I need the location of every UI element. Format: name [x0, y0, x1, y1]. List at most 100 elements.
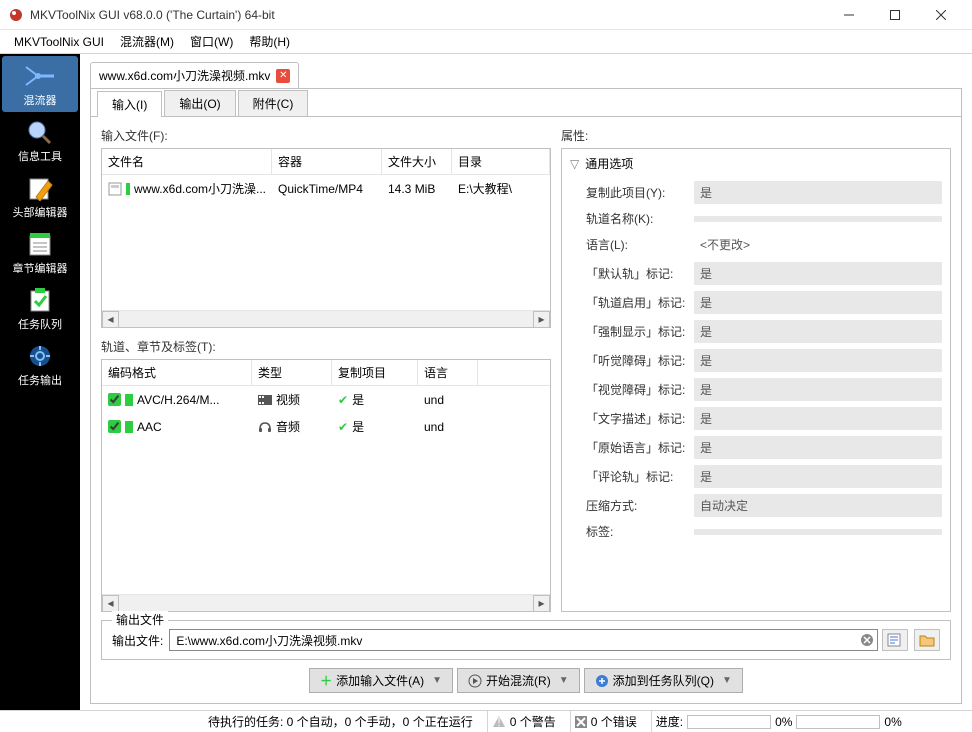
tab-attachments[interactable]: 附件(C) — [238, 90, 309, 116]
start-mux-button[interactable]: 开始混流(R) ▼ — [457, 668, 580, 693]
scroll-left[interactable]: ◂ — [102, 311, 119, 328]
browse-folder-button[interactable] — [914, 629, 940, 651]
property-value[interactable]: 自动决定 — [694, 494, 942, 517]
property-row: 复制此项目(Y): 是 — [562, 178, 950, 207]
property-value[interactable]: 是 — [694, 465, 942, 488]
menu-window[interactable]: 窗口(W) — [182, 30, 241, 53]
property-value[interactable]: 是 — [694, 378, 942, 401]
plus-icon: ＋ — [320, 672, 332, 689]
file-tab[interactable]: www.x6d.com小刀洗澡视频.mkv ✕ — [90, 62, 299, 88]
file-row[interactable]: www.x6d.com小刀洗澡... QuickTime/MP4 14.3 Mi… — [102, 175, 550, 202]
minimize-button[interactable] — [826, 0, 872, 30]
content-area: www.x6d.com小刀洗澡视频.mkv ✕ 输入(I) 输出(O) 附件(C… — [80, 54, 972, 710]
notepad-icon — [23, 230, 57, 258]
menu-help[interactable]: 帮助(H) — [241, 30, 298, 53]
chevron-down-icon: ▼ — [722, 675, 732, 686]
property-value[interactable]: 是 — [694, 436, 942, 459]
property-label: 「轨道启用」标记: — [586, 294, 686, 311]
sidebar-item-queue[interactable]: 任务队列 — [2, 280, 78, 336]
sidebar-item-label: 任务队列 — [18, 316, 62, 332]
output-file-input[interactable] — [169, 629, 878, 651]
sidebar-item-muxer[interactable]: 混流器 — [2, 56, 78, 112]
progress-bar-1 — [687, 715, 771, 729]
tab-input[interactable]: 输入(I) — [97, 91, 162, 117]
property-value[interactable]: 是 — [694, 262, 942, 285]
status-errors[interactable]: 0 个错误 — [570, 711, 641, 732]
menu-muxer[interactable]: 混流器(M) — [112, 30, 182, 53]
file-dir: E:\大教程\ — [452, 178, 550, 199]
sidebar-item-output[interactable]: 任务输出 — [2, 336, 78, 392]
h-scrollbar[interactable]: ◂ ▸ — [102, 594, 550, 611]
property-row: 「听觉障碍」标记:是 — [562, 346, 950, 375]
property-value[interactable]: 是 — [694, 291, 942, 314]
col-dir[interactable]: 目录 — [452, 149, 550, 174]
close-button[interactable] — [918, 0, 964, 30]
col-lang[interactable]: 语言 — [418, 360, 478, 385]
play-icon — [468, 674, 482, 688]
status-jobs: 待执行的任务: 0 个自动，0 个手动，0 个正在运行 — [204, 711, 477, 732]
maximize-button[interactable] — [872, 0, 918, 30]
property-value[interactable]: 是 — [694, 349, 942, 372]
input-files-list[interactable]: 文件名 容器 文件大小 目录 www.x6d.com小刀洗澡... — [101, 148, 551, 328]
clear-icon[interactable] — [858, 631, 876, 649]
progress-bar-2 — [796, 715, 880, 729]
track-checkbox[interactable] — [108, 420, 121, 433]
property-row: 「强制显示」标记: 是 — [562, 317, 950, 346]
tab-output[interactable]: 输出(O) — [164, 90, 235, 116]
status-indicator — [125, 394, 133, 406]
property-value[interactable]: <不更改> — [694, 233, 942, 256]
track-row[interactable]: AAC 音频 ✔是 und — [102, 413, 550, 440]
property-label: 标签: — [586, 523, 686, 540]
col-format[interactable]: 编码格式 — [102, 360, 252, 385]
property-label: 「强制显示」标记: — [586, 323, 686, 340]
track-checkbox[interactable] — [108, 393, 121, 406]
file-size: 14.3 MiB — [382, 180, 452, 198]
sidebar-item-header-editor[interactable]: 头部编辑器 — [2, 168, 78, 224]
col-type[interactable]: 类型 — [252, 360, 332, 385]
file-tabs: www.x6d.com小刀洗澡视频.mkv ✕ — [90, 62, 962, 88]
headphones-icon — [258, 421, 272, 433]
main-panel: 输入(I) 输出(O) 附件(C) 输入文件(F): 文件名 容器 文件大小 — [90, 88, 962, 704]
sidebar-item-label: 章节编辑器 — [13, 260, 68, 276]
gear-icon — [23, 342, 57, 370]
close-icon[interactable]: ✕ — [276, 69, 290, 83]
props-group-header[interactable]: ▽ 通用选项 — [562, 149, 950, 178]
property-label: 复制此项目(Y): — [586, 184, 686, 201]
tracks-list[interactable]: 编码格式 类型 复制项目 语言 AVC/H.264/M... 视频 ✔是 und — [101, 359, 551, 612]
status-progress: 进度: 0% 0% — [651, 711, 906, 732]
add-input-files-button[interactable]: ＋ 添加输入文件(A) ▼ — [309, 668, 453, 693]
property-value[interactable] — [694, 529, 942, 535]
property-value[interactable]: 是 — [694, 181, 942, 204]
browse-file-button[interactable] — [882, 629, 908, 651]
scroll-right[interactable]: ▸ — [533, 311, 550, 328]
check-icon: ✔ — [338, 420, 348, 434]
sidebar-item-chapter-editor[interactable]: 章节编辑器 — [2, 224, 78, 280]
h-scrollbar[interactable]: ◂ ▸ — [102, 310, 550, 327]
input-files-label: 输入文件(F): — [101, 127, 551, 144]
property-value[interactable]: 是 — [694, 320, 942, 343]
col-container[interactable]: 容器 — [272, 149, 382, 174]
file-icon — [108, 182, 122, 196]
inner-tabs: 输入(I) 输出(O) 附件(C) — [91, 89, 961, 117]
add-to-queue-button[interactable]: 添加到任务队列(Q) ▼ — [584, 668, 743, 693]
col-copy[interactable]: 复制项目 — [332, 360, 418, 385]
track-copy: 是 — [352, 418, 364, 435]
status-warnings[interactable]: ! 0 个警告 — [487, 711, 560, 732]
svg-text:!: ! — [497, 715, 500, 729]
col-size[interactable]: 文件大小 — [382, 149, 452, 174]
scroll-right[interactable]: ▸ — [533, 595, 550, 612]
property-label: 语言(L): — [586, 236, 686, 253]
property-label: 「评论轨」标记: — [586, 468, 686, 485]
properties-label: 属性: — [561, 127, 951, 144]
scroll-left[interactable]: ◂ — [102, 595, 119, 612]
magnifier-icon — [23, 118, 57, 146]
menu-app[interactable]: MKVToolNix GUI — [6, 32, 112, 52]
status-bar: 待执行的任务: 0 个自动，0 个手动，0 个正在运行 ! 0 个警告 0 个错… — [0, 710, 972, 732]
track-row[interactable]: AVC/H.264/M... 视频 ✔是 und — [102, 386, 550, 413]
property-value[interactable] — [694, 216, 942, 222]
sidebar-item-info[interactable]: 信息工具 — [2, 112, 78, 168]
property-value[interactable]: 是 — [694, 407, 942, 430]
col-filename[interactable]: 文件名 — [102, 149, 272, 174]
window-controls — [826, 0, 964, 30]
track-fmt: AAC — [137, 420, 162, 434]
